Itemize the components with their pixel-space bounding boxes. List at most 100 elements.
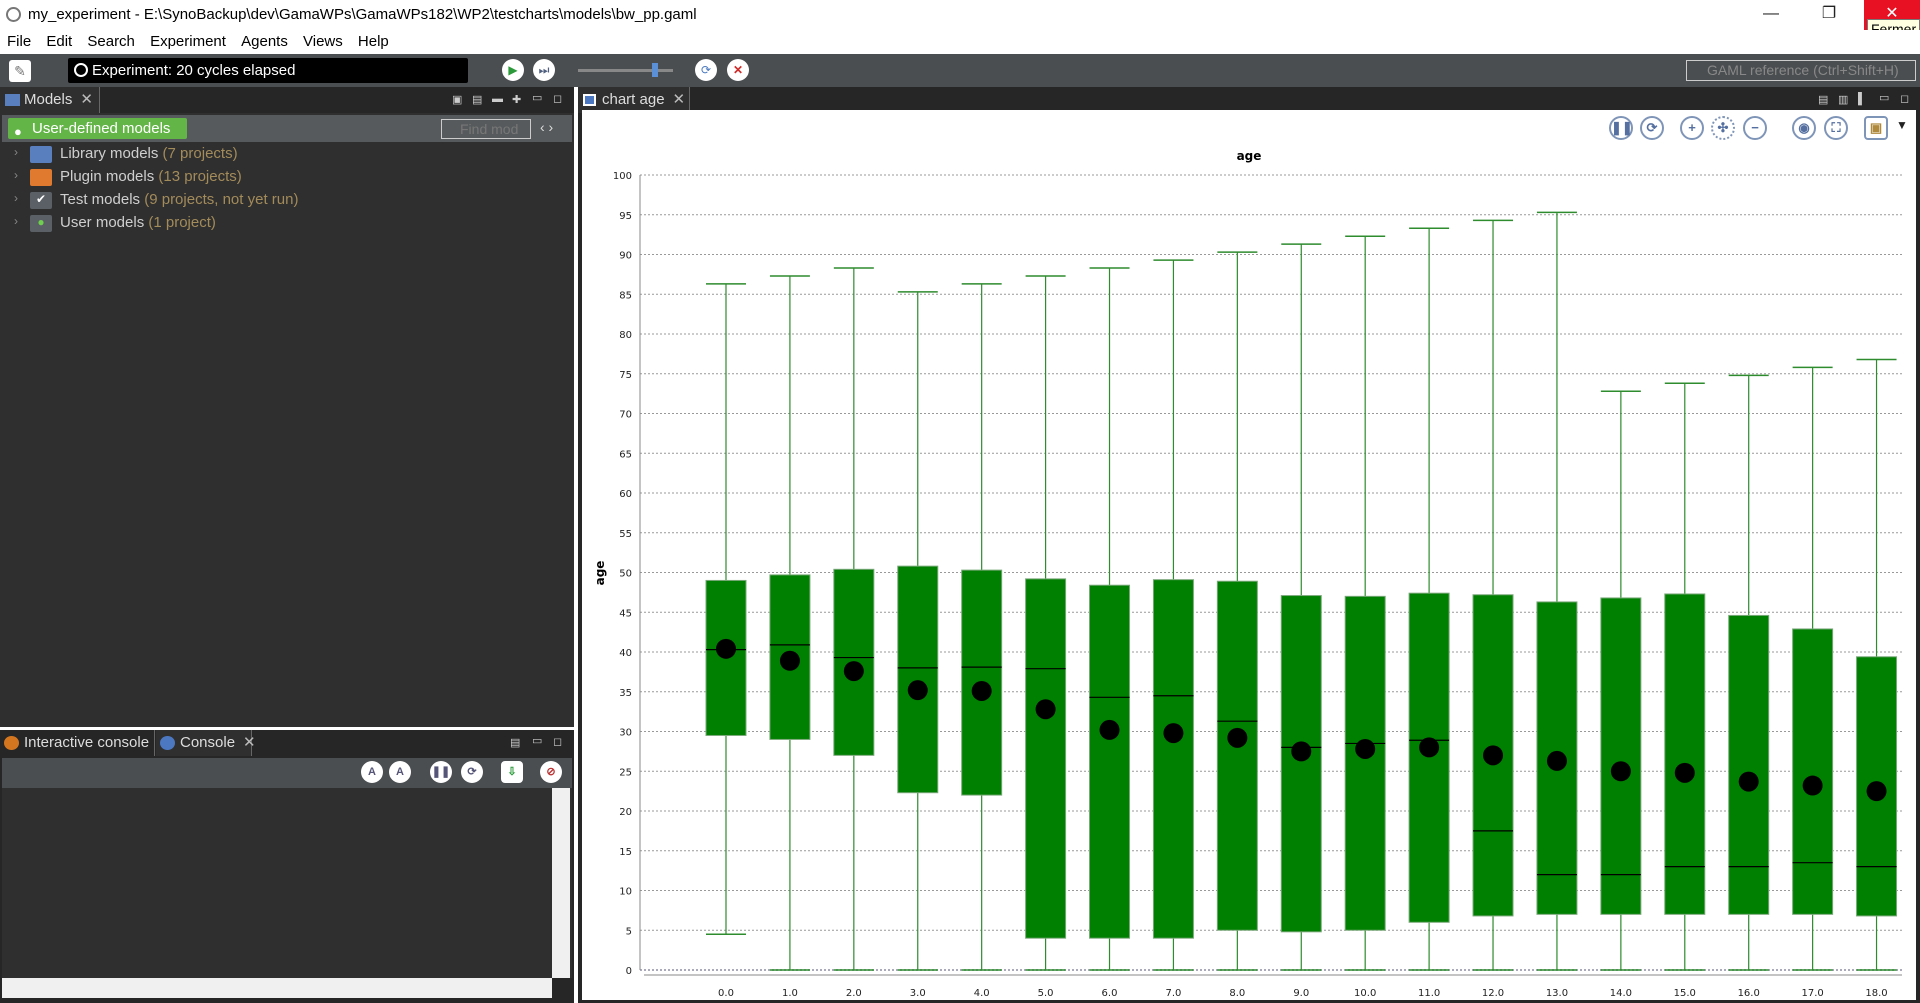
minimize-button[interactable]: — bbox=[1748, 0, 1794, 30]
timer-icon bbox=[74, 63, 88, 77]
minimize-view-icon[interactable]: ▭ bbox=[532, 91, 542, 104]
item-label: Library models bbox=[60, 145, 159, 162]
tree-item-user[interactable]: › ● User models (1 project) bbox=[14, 214, 216, 232]
x-tick-label: 8.0 bbox=[1229, 988, 1245, 999]
speed-slider[interactable] bbox=[578, 63, 673, 77]
close-tab-icon[interactable]: ✕ bbox=[243, 734, 256, 751]
x-tick-label: 17.0 bbox=[1801, 988, 1823, 999]
box bbox=[1025, 578, 1067, 939]
y-tick-label: 40 bbox=[619, 648, 632, 659]
mean-point bbox=[1419, 737, 1440, 758]
tree-item-test[interactable]: › ✔ Test models (9 projects, not yet run… bbox=[14, 191, 298, 209]
console-icon bbox=[160, 736, 175, 750]
y-tick-label: 15 bbox=[619, 847, 632, 858]
user-icon: ● bbox=[14, 124, 22, 139]
tab-console[interactable]: Console ✕ bbox=[156, 730, 256, 756]
console-toolbar bbox=[2, 758, 572, 788]
mean-point bbox=[1035, 699, 1056, 720]
item-count: (7 projects) bbox=[162, 145, 238, 162]
maximize-view-icon[interactable]: ◻ bbox=[553, 92, 562, 105]
expand-icon[interactable]: › bbox=[14, 191, 18, 205]
boxplot-chart: age age 0 5 10 15 20 25 30 35 40 45 50 55 60 65 70 75 80… bbox=[593, 149, 1902, 999]
expand-icon[interactable]: › bbox=[14, 145, 18, 159]
box bbox=[1728, 614, 1770, 915]
mean-point bbox=[1610, 761, 1631, 782]
plus-icon[interactable]: ✚ bbox=[512, 93, 521, 106]
menu-file[interactable]: File bbox=[7, 33, 31, 50]
mean-point bbox=[1163, 723, 1184, 744]
horizontal-scrollbar[interactable] bbox=[2, 978, 552, 998]
menu-views[interactable]: Views bbox=[303, 33, 343, 50]
y-tick-label: 20 bbox=[619, 807, 632, 818]
link-icon[interactable]: ▤ bbox=[472, 93, 482, 106]
step-button[interactable]: ⏭ bbox=[533, 59, 555, 81]
menu-search[interactable]: Search bbox=[87, 33, 135, 50]
edit-model-icon[interactable]: ✎ bbox=[9, 60, 31, 82]
clear-console-icon[interactable]: ⊘ bbox=[540, 761, 562, 783]
mean-point bbox=[1099, 719, 1120, 740]
gaml-reference-search[interactable]: GAML reference (Ctrl+Shift+H) bbox=[1686, 60, 1916, 81]
tab-label: Interactive console bbox=[24, 734, 150, 751]
pause-icon[interactable]: ❚❚ bbox=[430, 761, 452, 783]
sync-icon[interactable]: ⟳ bbox=[461, 761, 483, 783]
collapse-icon[interactable]: ▣ bbox=[452, 93, 462, 106]
x-tick-label: 1.0 bbox=[782, 988, 798, 999]
toggle-icon[interactable]: ▌ bbox=[1858, 93, 1866, 105]
menu-agents[interactable]: Agents bbox=[241, 33, 288, 50]
y-tick-label: 50 bbox=[619, 569, 632, 580]
tab-models-label: Models bbox=[24, 91, 73, 108]
box bbox=[897, 565, 939, 794]
menu-bar: File Edit Search Experiment Agents Views… bbox=[0, 30, 1920, 55]
y-tick-label: 85 bbox=[619, 290, 632, 301]
tab-interactive-console[interactable]: Interactive console bbox=[0, 730, 155, 756]
tree-item-library[interactable]: › Library models (7 projects) bbox=[14, 145, 238, 163]
expand-icon[interactable]: › bbox=[14, 214, 18, 228]
tab-label: Console bbox=[180, 734, 236, 751]
maximize-view-icon[interactable]: ◻ bbox=[553, 735, 562, 748]
expand-icon[interactable]: › bbox=[14, 168, 18, 182]
tab-models[interactable]: Models ✕ bbox=[0, 87, 100, 113]
y-tick-label: 60 bbox=[619, 489, 632, 500]
maximize-view-icon[interactable]: ◻ bbox=[1900, 92, 1909, 105]
window-titlebar: my_experiment - E:\SynoBackup\dev\GamaWP… bbox=[0, 0, 1920, 30]
x-tick-label: 7.0 bbox=[1165, 988, 1181, 999]
menu-help[interactable]: Help bbox=[358, 33, 389, 50]
mean-point bbox=[971, 680, 992, 701]
increase-font-icon[interactable]: A bbox=[361, 761, 383, 783]
close-tab-icon[interactable]: ✕ bbox=[673, 91, 686, 108]
minimize-view-icon[interactable]: ▭ bbox=[1879, 91, 1889, 104]
display-icon bbox=[583, 94, 596, 106]
slider-knob[interactable] bbox=[652, 63, 658, 77]
library-icon bbox=[30, 146, 52, 163]
collapse-icon[interactable]: ▤ bbox=[510, 736, 520, 749]
collapse-icon[interactable]: ▤ bbox=[1818, 93, 1828, 106]
user-defined-models-button[interactable]: ● User-defined models bbox=[8, 118, 187, 139]
mean-point bbox=[1802, 775, 1823, 796]
plugin-icon bbox=[30, 169, 52, 186]
menu-edit[interactable]: Edit bbox=[46, 33, 72, 50]
nav-arrows-icon[interactable]: ‹ › bbox=[540, 119, 553, 135]
y-tick-label: 70 bbox=[619, 410, 632, 421]
stop-button[interactable]: ✕ bbox=[727, 59, 749, 81]
expand-icon[interactable]: ▥ bbox=[1838, 93, 1848, 106]
x-tick-label: 2.0 bbox=[846, 988, 862, 999]
restore-button[interactable]: ❐ bbox=[1806, 0, 1852, 30]
mean-point bbox=[1291, 741, 1312, 762]
y-tick-label: 100 bbox=[613, 171, 632, 182]
menu-experiment[interactable]: Experiment bbox=[150, 33, 226, 50]
scroll-lock-icon[interactable]: ⇩ bbox=[501, 761, 523, 783]
find-model-input[interactable]: Find mod bbox=[441, 119, 531, 139]
console-body bbox=[2, 788, 572, 978]
y-tick-label: 5 bbox=[626, 926, 632, 937]
run-button[interactable]: ▶ bbox=[502, 59, 524, 81]
decrease-font-icon[interactable]: A bbox=[389, 761, 411, 783]
minus-icon[interactable]: ▬ bbox=[492, 93, 503, 105]
box bbox=[1344, 595, 1386, 931]
mean-point bbox=[1674, 762, 1695, 783]
tree-item-plugin[interactable]: › Plugin models (13 projects) bbox=[14, 168, 242, 186]
item-count: (13 projects) bbox=[158, 168, 242, 185]
vertical-scrollbar[interactable] bbox=[552, 788, 570, 978]
reload-button[interactable]: ⟳ bbox=[695, 59, 717, 81]
minimize-view-icon[interactable]: ▭ bbox=[532, 734, 542, 747]
close-tab-icon[interactable]: ✕ bbox=[80, 91, 93, 108]
